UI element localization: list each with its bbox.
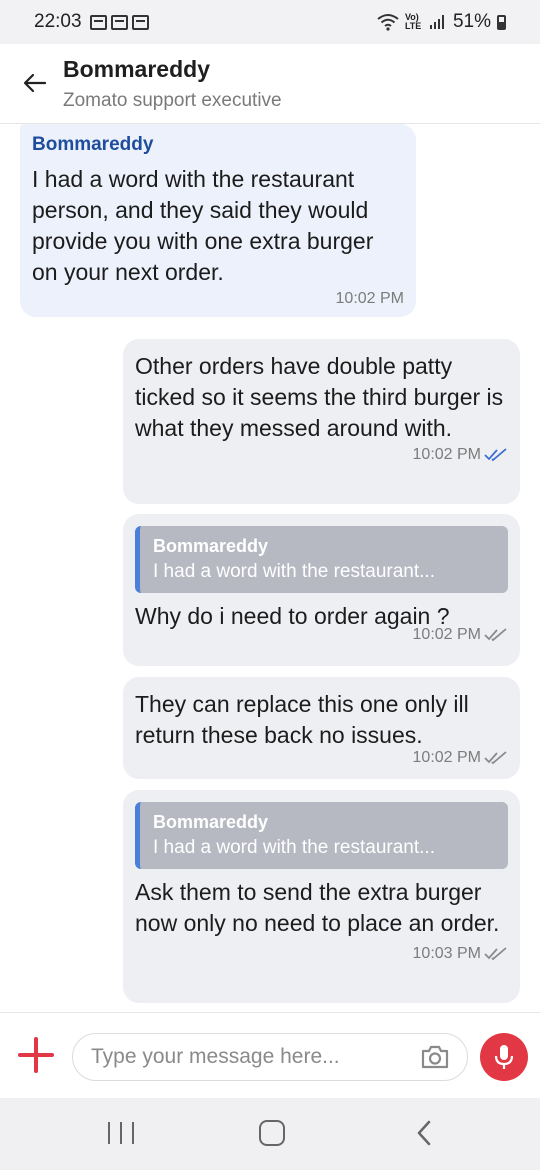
message-time: 10:02 PM xyxy=(335,290,404,307)
double-check-icon xyxy=(484,947,507,961)
attach-plus-button[interactable] xyxy=(16,1035,56,1075)
battery-icon xyxy=(497,14,506,30)
outgoing-message[interactable]: Bommareddy I had a word with the restaur… xyxy=(123,790,520,1003)
status-time: 22:03 xyxy=(34,11,82,32)
recents-button[interactable] xyxy=(108,1122,134,1144)
microphone-icon xyxy=(494,1045,514,1069)
back-button[interactable] xyxy=(18,66,52,100)
message-text: Ask them to send the extra burger now on… xyxy=(135,879,500,936)
system-nav-bar xyxy=(0,1098,540,1170)
notification-icons xyxy=(89,14,149,30)
message-meta: 10:02 PM xyxy=(135,446,508,464)
outgoing-message[interactable]: They can replace this one only ill retur… xyxy=(123,677,520,779)
voice-record-button[interactable] xyxy=(480,1033,528,1081)
recents-icon-line xyxy=(120,1122,122,1144)
signal-icon xyxy=(429,15,444,29)
home-button[interactable] xyxy=(259,1120,285,1146)
incoming-message[interactable]: Bommareddy I had a word with the restaur… xyxy=(20,124,416,317)
outgoing-message[interactable]: Bommareddy I had a word with the restaur… xyxy=(123,514,520,666)
message-time: 10:02 PM xyxy=(412,446,481,463)
message-input[interactable] xyxy=(72,1033,468,1081)
quote-text: I had a word with the restaurant... xyxy=(153,837,435,858)
message-list[interactable]: Bommareddy I had a word with the restaur… xyxy=(0,124,540,1012)
notification-icon xyxy=(131,14,149,30)
reply-quote[interactable]: Bommareddy I had a word with the restaur… xyxy=(135,802,508,869)
double-check-icon xyxy=(484,751,507,765)
outgoing-message[interactable]: Other orders have double patty ticked so… xyxy=(123,339,520,504)
contact-role: Zomato support executive xyxy=(63,90,282,111)
double-check-icon xyxy=(484,628,507,642)
message-time: 10:02 PM xyxy=(412,626,481,643)
wifi-icon xyxy=(377,14,399,31)
message-meta: 10:02 PM xyxy=(135,749,508,767)
sender-name: Bommareddy xyxy=(32,134,154,155)
status-bar: 22:03 Vo) LTE 51% xyxy=(0,0,540,44)
message-text: Other orders have double patty ticked so… xyxy=(135,353,504,441)
system-back-button[interactable] xyxy=(412,1120,438,1146)
gallery-icon xyxy=(89,14,107,30)
message-meta: 10:03 PM xyxy=(135,945,508,963)
message-composer xyxy=(0,1012,540,1098)
status-left: 22:03 xyxy=(34,11,149,33)
arrow-left-icon xyxy=(23,73,47,93)
notification-icon xyxy=(110,14,128,30)
contact-name: Bommareddy xyxy=(63,56,210,82)
network-label: Vo) LTE xyxy=(404,12,422,31)
message-time: 10:02 PM xyxy=(412,749,481,766)
message-time: 10:03 PM xyxy=(412,945,481,962)
message-text: They can replace this one only ill retur… xyxy=(135,691,469,748)
camera-button[interactable] xyxy=(420,1044,450,1070)
message-meta: 10:02 PM xyxy=(32,290,404,308)
chat-header: Bommareddy Zomato support executive xyxy=(0,44,540,124)
status-right: Vo) LTE 51% xyxy=(377,11,506,33)
quote-text: I had a word with the restaurant... xyxy=(153,561,435,582)
battery-percent: 51% xyxy=(452,11,491,32)
recents-icon-line xyxy=(132,1122,134,1144)
chevron-left-icon xyxy=(417,1120,431,1146)
recents-icon-line xyxy=(108,1122,110,1144)
quote-sender: Bommareddy xyxy=(153,536,269,556)
reply-quote[interactable]: Bommareddy I had a word with the restaur… xyxy=(135,526,508,593)
double-check-read-icon xyxy=(484,448,507,462)
message-text: I had a word with the restaurant person,… xyxy=(32,166,374,285)
camera-icon xyxy=(421,1045,449,1069)
quote-sender: Bommareddy xyxy=(153,812,269,832)
